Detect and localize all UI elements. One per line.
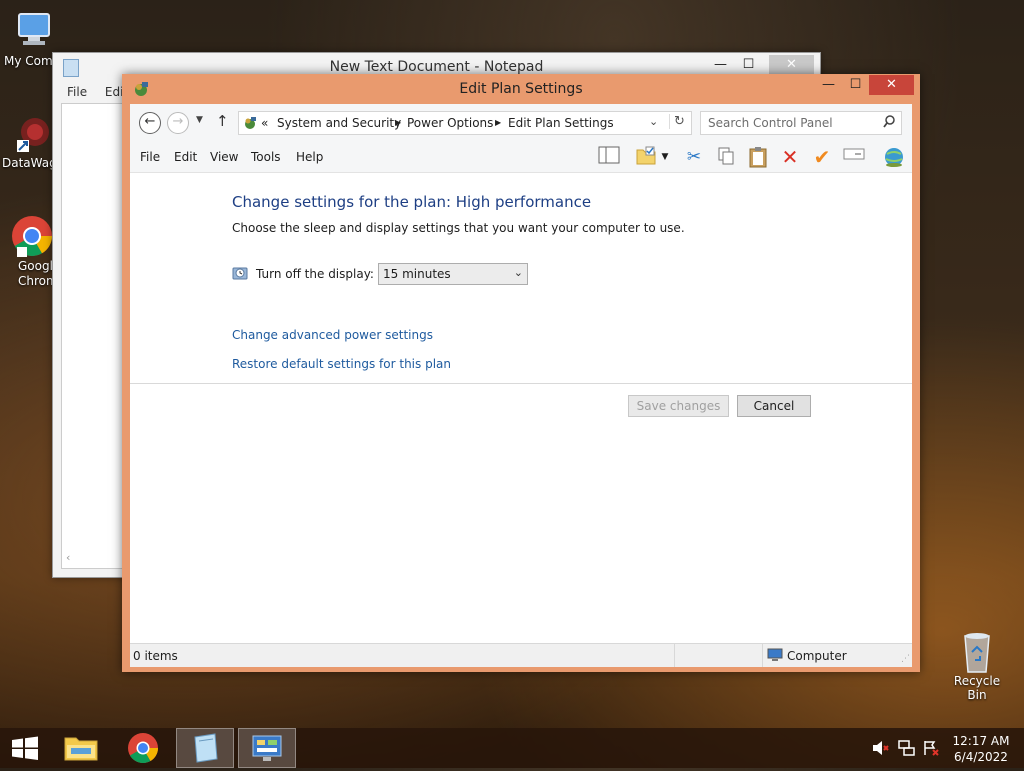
datawag-icon: [11, 112, 53, 154]
notepad-icon: [194, 733, 218, 763]
status-divider: [674, 644, 675, 667]
status-bar: 0 items Computer ⋰: [130, 643, 912, 667]
properties-check-icon[interactable]: ✔: [810, 146, 834, 168]
notepad-maximize-button[interactable]: ☐: [735, 55, 762, 75]
breadcrumb-separator-icon: ▶: [495, 118, 502, 127]
action-center-flag-icon[interactable]: [922, 740, 940, 759]
display-timeout-label: Turn off the display:: [256, 267, 374, 281]
volume-muted-icon[interactable]: [872, 740, 890, 759]
content-divider: [130, 383, 912, 384]
desktop-icon-label: Googl Chrom: [18, 259, 58, 288]
layout-pane-icon[interactable]: [597, 146, 621, 168]
computer-small-icon: [767, 648, 783, 665]
search-box[interactable]: Search Control Panel: [700, 111, 902, 135]
display-timeout-value: 15 minutes: [383, 267, 451, 281]
window-titlebar[interactable]: Edit Plan Settings — ☐ ✕: [122, 74, 920, 104]
notepad-icon: [63, 59, 79, 77]
network-globe-icon[interactable]: [882, 146, 906, 168]
save-changes-button[interactable]: Save changes: [628, 395, 729, 417]
refresh-icon[interactable]: ↻: [669, 114, 685, 129]
start-button[interactable]: [0, 728, 50, 768]
status-divider: [762, 644, 763, 667]
window-client-area: ← → ▼ ↑ « System and Security ▶ Power Op…: [130, 104, 912, 667]
paste-icon[interactable]: [746, 146, 770, 168]
clock-time[interactable]: 12:17 AM: [952, 734, 1010, 748]
taskbar: 12:17 AM 6/4/2022: [0, 728, 1024, 768]
folder-options-dropdown-icon[interactable]: ▼: [658, 146, 672, 168]
address-dropdown-chevron-icon[interactable]: ⌄: [649, 115, 658, 128]
desktop-icon-label: Recycle Bin: [953, 674, 1001, 702]
chrome-icon: [128, 733, 158, 764]
address-row: ← → ▼ ↑ « System and Security ▶ Power Op…: [130, 104, 912, 142]
menu-bar: File Edit View Tools Help ▼ ✂ ✕ ✔: [130, 142, 912, 173]
taskbar-control-panel[interactable]: [238, 728, 296, 768]
breadcrumb-system-and-security[interactable]: System and Security: [277, 116, 401, 130]
control-panel-icon: [252, 735, 282, 761]
rename-icon[interactable]: [842, 146, 866, 168]
up-button[interactable]: ↑: [216, 112, 229, 130]
breadcrumb-overflow[interactable]: «: [261, 116, 268, 130]
restore-defaults-link[interactable]: Restore default settings for this plan: [232, 357, 451, 371]
folder-options-icon[interactable]: [634, 146, 658, 168]
chrome-icon: [11, 215, 53, 257]
menu-edit[interactable]: Edit: [174, 150, 197, 164]
breadcrumb-edit-plan-settings[interactable]: Edit Plan Settings: [508, 116, 614, 130]
menu-help[interactable]: Help: [296, 150, 323, 164]
window-title: Edit Plan Settings: [459, 81, 583, 97]
folder-icon: [64, 737, 98, 761]
search-input[interactable]: Search Control Panel: [708, 116, 833, 130]
location-text: Computer: [787, 649, 847, 663]
desktop-icon-recycle-bin[interactable]: Recycle Bin: [944, 630, 1010, 702]
network-icon[interactable]: [898, 740, 916, 759]
taskbar-notepad[interactable]: [176, 728, 234, 768]
breadcrumb-power-options[interactable]: Power Options: [407, 116, 493, 130]
menu-view[interactable]: View: [210, 150, 238, 164]
taskbar-chrome[interactable]: [114, 728, 172, 768]
page-heading: Change settings for the plan: High perfo…: [232, 193, 592, 211]
search-icon[interactable]: [883, 115, 895, 131]
clock-date[interactable]: 6/4/2022: [952, 750, 1010, 764]
chevron-down-icon: ⌄: [513, 266, 523, 279]
main-content: Change settings for the plan: High perfo…: [130, 173, 912, 643]
notepad-menu-file[interactable]: File: [67, 85, 87, 99]
edit-plan-settings-window[interactable]: Edit Plan Settings — ☐ ✕ ← → ▼ ↑ « Syste…: [122, 74, 920, 672]
maximize-button[interactable]: ☐: [842, 75, 869, 95]
display-clock-icon: [232, 265, 248, 284]
windows-logo-icon: [12, 736, 38, 760]
notepad-minimize-button[interactable]: —: [707, 55, 734, 75]
recycle-bin-icon: [956, 630, 998, 673]
breadcrumb-separator-icon: ▶: [395, 118, 402, 127]
cut-icon[interactable]: ✂: [682, 146, 706, 168]
display-timeout-select[interactable]: 15 minutes ⌄: [378, 263, 528, 285]
delete-icon[interactable]: ✕: [778, 146, 802, 168]
copy-icon[interactable]: [714, 146, 738, 168]
scroll-left-icon[interactable]: ‹: [66, 551, 70, 564]
menu-tools[interactable]: Tools: [251, 150, 281, 164]
forward-button[interactable]: →: [167, 112, 189, 134]
taskbar-file-explorer[interactable]: [52, 728, 110, 768]
back-button[interactable]: ←: [139, 112, 161, 134]
desktop-icon-google-chrome[interactable]: Googl Chrom: [8, 215, 58, 289]
address-bar[interactable]: « System and Security ▶ Power Options ▶ …: [238, 111, 692, 135]
notepad-close-button[interactable]: ✕: [769, 55, 814, 75]
computer-icon: [13, 10, 55, 52]
address-bar-control-panel-icon: [242, 115, 258, 134]
resize-grip-icon[interactable]: ⋰: [901, 654, 910, 664]
minimize-button[interactable]: —: [815, 75, 842, 95]
item-count: 0 items: [133, 649, 178, 663]
page-subtitle: Choose the sleep and display settings th…: [232, 221, 685, 235]
menu-file[interactable]: File: [140, 150, 160, 164]
cancel-button[interactable]: Cancel: [737, 395, 811, 417]
close-button[interactable]: ✕: [869, 75, 914, 95]
advanced-power-settings-link[interactable]: Change advanced power settings: [232, 328, 433, 342]
recent-locations-chevron-icon[interactable]: ▼: [196, 115, 203, 125]
